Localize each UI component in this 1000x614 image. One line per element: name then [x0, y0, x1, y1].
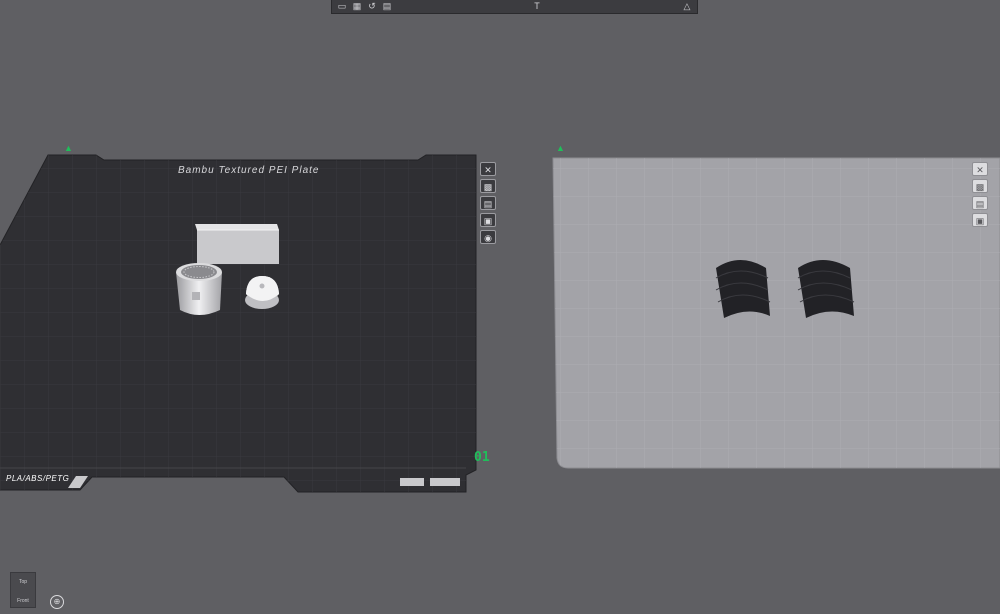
close-icon[interactable]: ✕ [972, 162, 988, 176]
ring-stack-object-1[interactable] [715, 260, 771, 318]
plate-2-selection-marker-icon: ▲ [556, 143, 565, 153]
ring-stack-object-2[interactable] [797, 260, 855, 318]
plate-1-title: Bambu Textured PEI Plate [178, 165, 320, 176]
lock-icon[interactable]: ▣ [480, 213, 496, 227]
view-cube-front[interactable]: Front [11, 598, 35, 604]
plate-1-number: 01 [474, 450, 490, 465]
view-cube[interactable]: Top Front [10, 572, 36, 608]
view-cube-top[interactable]: Top [11, 579, 35, 585]
plate-2-toolbar: ✕ ▩ ▤ ▣ [972, 162, 988, 227]
plate-1-selection-marker-icon: ▲ [64, 143, 73, 153]
eye-icon[interactable]: ◉ [480, 230, 496, 244]
plate-1-toolbar: ✕ ▩ ▤ ▣ ◉ [480, 162, 496, 244]
image-icon[interactable]: ▩ [972, 179, 988, 193]
view-toggle-icon[interactable]: ⊕ [50, 595, 64, 609]
viewport-3d[interactable] [0, 0, 1000, 614]
plate-1-material-text: PLA/ABS/PETG [6, 474, 70, 483]
build-plate-1[interactable] [0, 154, 477, 493]
layout-icon[interactable]: ▤ [972, 196, 988, 210]
image-icon[interactable]: ▩ [480, 179, 496, 193]
rectangular-block-object[interactable] [195, 224, 279, 264]
layout-icon[interactable]: ▤ [480, 196, 496, 210]
build-plate-2[interactable] [552, 157, 1000, 469]
lock-icon[interactable]: ▣ [972, 213, 988, 227]
close-icon[interactable]: ✕ [480, 162, 496, 176]
mesh-cap-object[interactable] [176, 263, 222, 315]
